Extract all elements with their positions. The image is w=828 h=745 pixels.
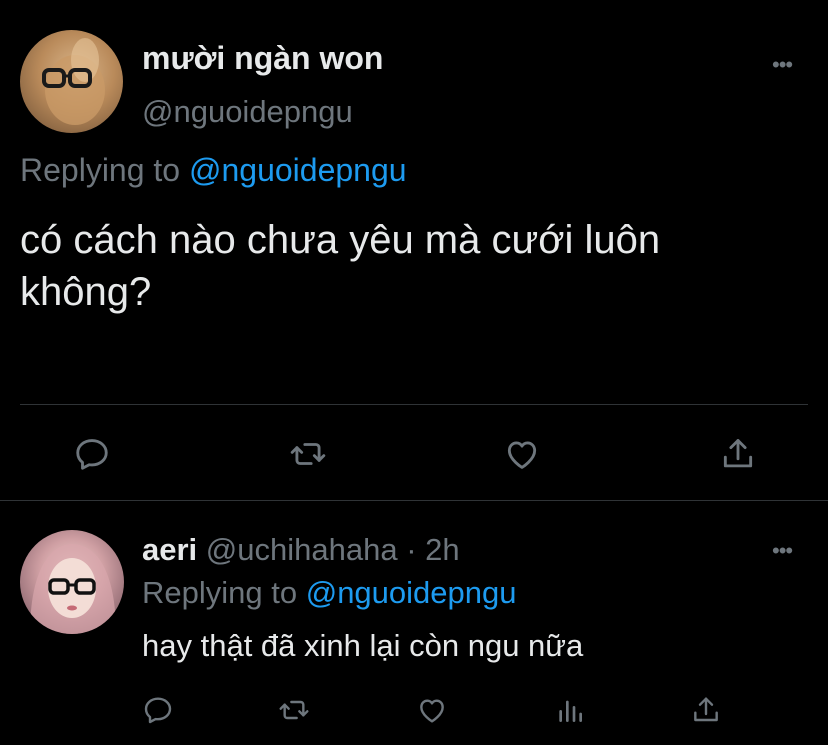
replying-to-link[interactable]: @nguoidepngu [189, 152, 407, 188]
reply-replying-line: Replying to @nguoidepngu [142, 575, 516, 611]
like-icon [507, 441, 537, 469]
like-button[interactable] [500, 432, 544, 476]
reply-retweet-button[interactable] [274, 692, 314, 728]
main-actions-divider [20, 404, 808, 405]
main-tweet-text-line1: có cách nào chưa yêu mà cưới luôn [20, 218, 661, 262]
reply-share-button[interactable] [688, 692, 724, 728]
glasses-graphic [42, 38, 105, 125]
reply-time[interactable]: 2h [425, 532, 459, 567]
reply-handle[interactable]: @uchihahaha [206, 532, 398, 567]
reply-header: aeri @uchihahaha · 2h [142, 532, 460, 568]
reply-button[interactable] [70, 432, 114, 476]
share-icon [694, 697, 718, 722]
reply-display-name[interactable]: aeri [142, 532, 197, 567]
like-icon [420, 699, 444, 723]
main-display-name[interactable]: mười ngàn won [142, 40, 383, 77]
main-tweet-text: có cách nào chưa yêu mà cưới luôn không? [20, 214, 660, 318]
reply-analytics-button[interactable] [552, 692, 588, 728]
reply-tweet-text: hay thật đã xinh lại còn ngu nữa [142, 628, 584, 663]
retweet-icon [279, 700, 309, 720]
main-handle[interactable]: @nguoidepngu [142, 94, 353, 130]
reply-replying-prefix: Replying to [142, 575, 298, 610]
reply-reply-button[interactable] [140, 692, 176, 728]
reply-icon [144, 697, 172, 724]
portrait-graphic [30, 544, 116, 634]
main-tweet-text-line2: không? [20, 270, 152, 314]
main-more-icon[interactable]: ••• [772, 54, 793, 76]
share-button[interactable] [716, 432, 760, 476]
share-icon [723, 439, 753, 468]
analytics-icon [559, 700, 582, 722]
retweet-button[interactable] [284, 432, 332, 476]
retweet-icon [290, 443, 326, 465]
avatar-reply[interactable] [20, 530, 124, 634]
main-replying-line: Replying to @nguoidepngu [20, 152, 407, 189]
reply-more-icon[interactable]: ••• [772, 540, 793, 562]
tweet-separator [0, 500, 828, 501]
avatar-main[interactable] [20, 30, 123, 133]
reply-icon [76, 439, 108, 470]
reply-like-button[interactable] [414, 692, 450, 728]
reply-separator: · [406, 532, 417, 567]
replying-prefix: Replying to [20, 152, 181, 188]
reply-replying-to-link[interactable]: @nguoidepngu [306, 575, 517, 610]
